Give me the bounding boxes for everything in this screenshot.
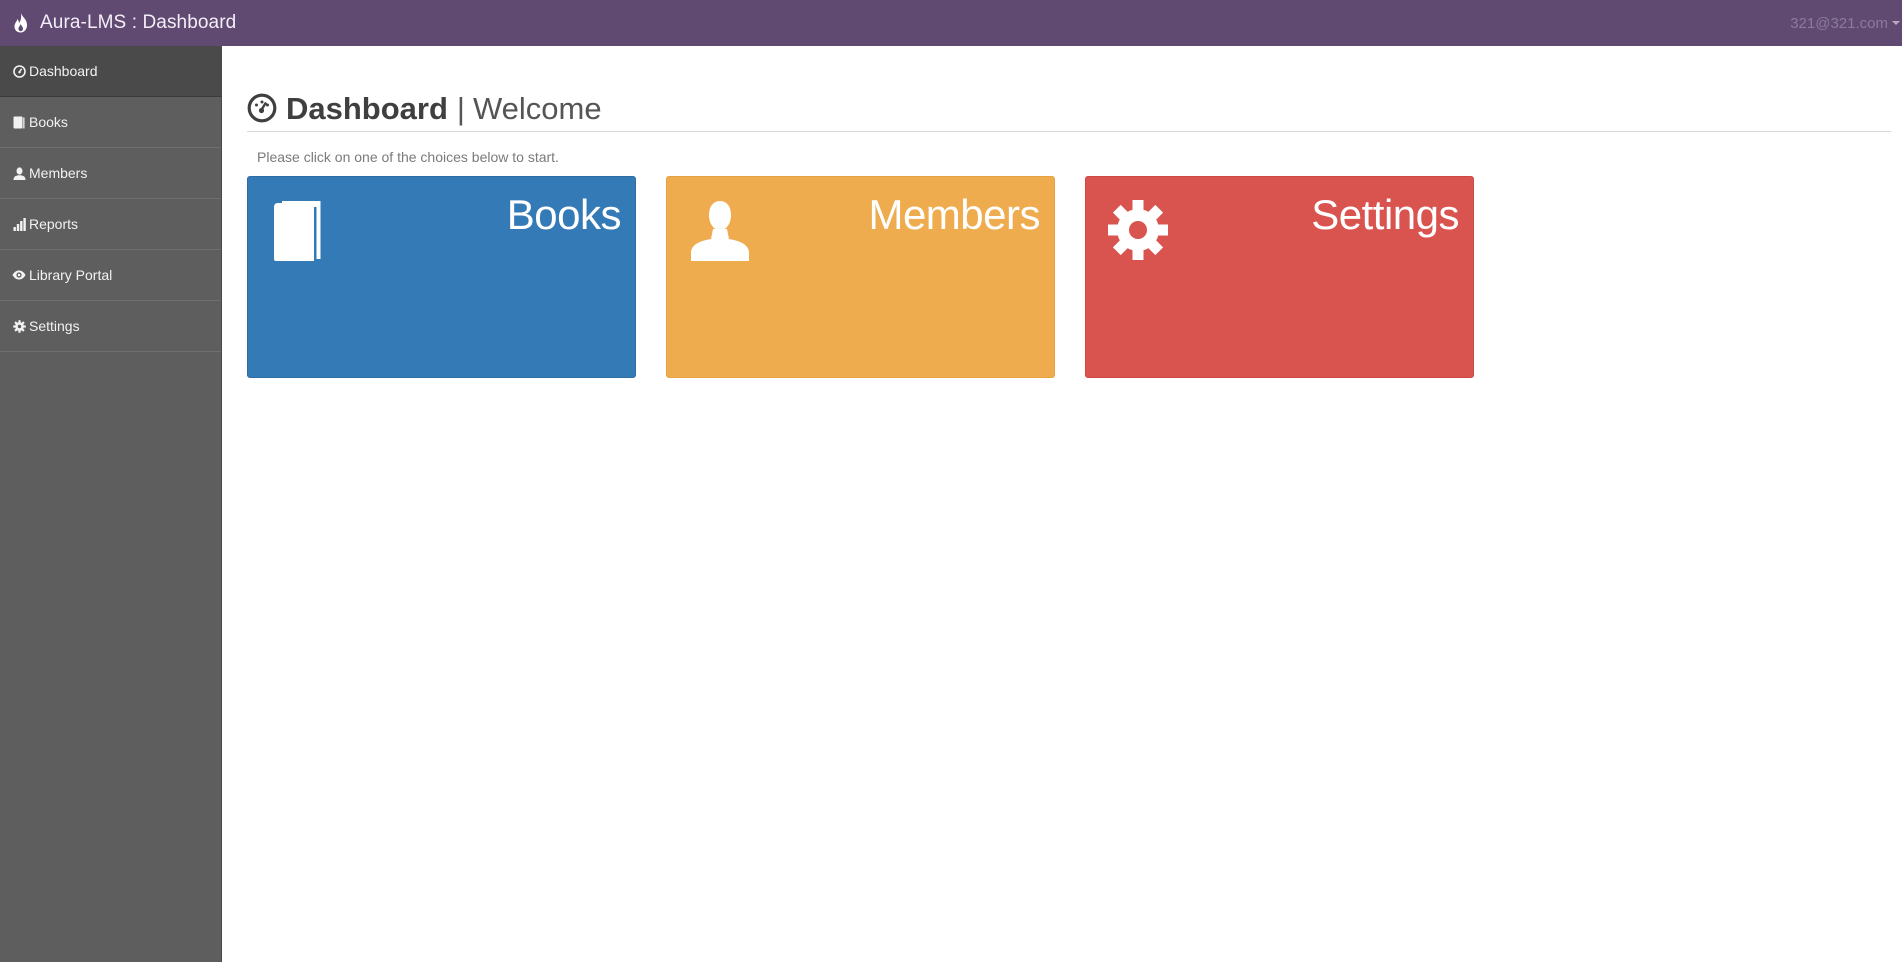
- sidebar-item-label: Reports: [29, 216, 79, 232]
- page-subtitle: Welcome: [472, 90, 602, 126]
- sidebar-item-label: Dashboard: [29, 63, 98, 79]
- top-navbar: Aura-LMS : Dashboard 321@321.com: [0, 0, 1902, 46]
- dashboard-icon: [247, 93, 277, 123]
- gear-icon: [12, 319, 26, 333]
- sidebar-item-library-portal[interactable]: Library Portal: [0, 250, 221, 301]
- brand-link[interactable]: Aura-LMS : Dashboard: [0, 0, 236, 46]
- books-tile[interactable]: Books: [247, 176, 636, 378]
- sidebar-item-label: Settings: [29, 318, 80, 334]
- tile-label: Members: [868, 191, 1040, 238]
- user-email: 321@321.com: [1790, 14, 1888, 32]
- flame-icon: [12, 13, 30, 33]
- user-icon: [12, 166, 26, 180]
- eye-icon: [12, 268, 26, 282]
- sidebar-item-settings[interactable]: Settings: [0, 301, 221, 352]
- sidebar-item-label: Books: [29, 114, 68, 130]
- sidebar-item-label: Members: [29, 165, 88, 181]
- title-separator: |: [456, 90, 465, 126]
- settings-tile[interactable]: Settings: [1085, 176, 1474, 378]
- members-tile[interactable]: Members: [666, 176, 1055, 378]
- sidebar-item-dashboard[interactable]: Dashboard: [0, 46, 221, 97]
- bar-chart-icon: [12, 217, 26, 231]
- book-icon: [270, 197, 332, 261]
- sidebar-item-label: Library Portal: [29, 267, 113, 283]
- sidebar-item-books[interactable]: Books: [0, 97, 221, 148]
- page-title: Dashboard: [286, 90, 448, 126]
- sidebar: Dashboard Books Members Reports Library …: [0, 46, 222, 962]
- page-header: Dashboard | Welcome: [247, 90, 1891, 132]
- instructions-text: Please click on one of the choices below…: [257, 149, 559, 165]
- dashboard-icon: [12, 64, 26, 78]
- user-icon: [689, 197, 751, 261]
- tile-label: Books: [506, 191, 622, 238]
- app-title: Aura-LMS : Dashboard: [40, 12, 237, 33]
- main-content: Dashboard | Welcome Please click on one …: [223, 46, 1902, 962]
- gear-icon: [1108, 197, 1170, 261]
- sidebar-item-members[interactable]: Members: [0, 148, 221, 199]
- tile-label: Settings: [1311, 191, 1459, 238]
- book-icon: [12, 115, 26, 129]
- sidebar-item-reports[interactable]: Reports: [0, 199, 221, 250]
- caret-down-icon: [1892, 21, 1900, 25]
- user-menu-dropdown[interactable]: 321@321.com: [1790, 0, 1902, 46]
